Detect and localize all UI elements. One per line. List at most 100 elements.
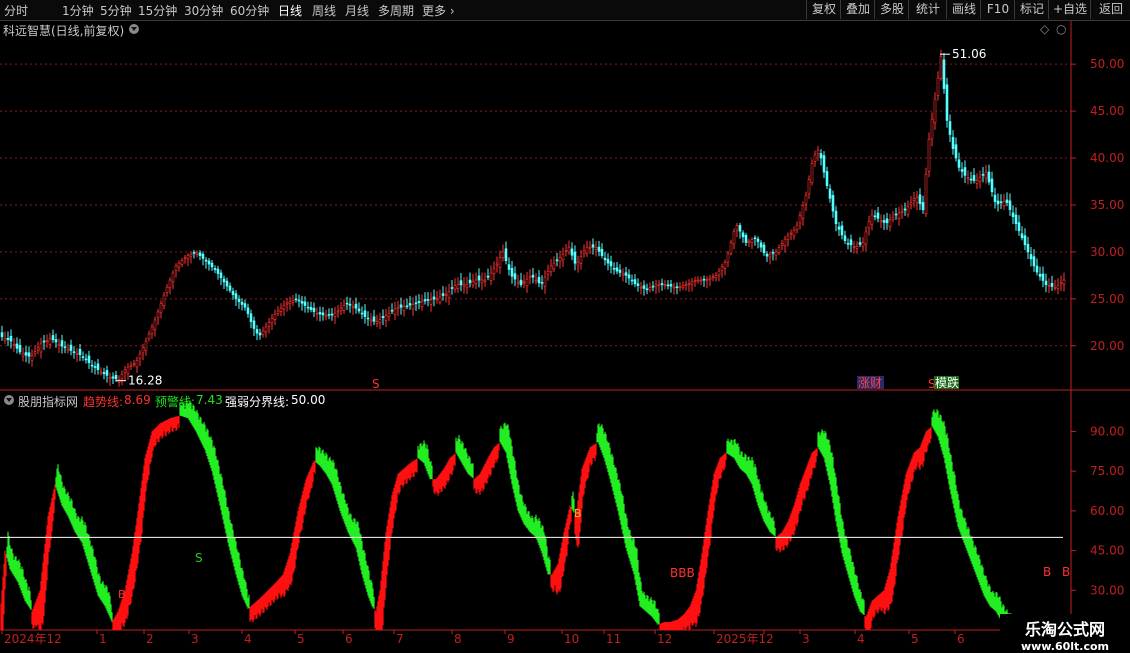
candle-body (645, 288, 649, 291)
candle-body (1008, 200, 1012, 210)
candle-body (294, 298, 298, 301)
period-tab-5min[interactable]: 5分钟 (100, 2, 132, 19)
candle-body (543, 276, 547, 287)
candle-body (609, 261, 613, 267)
candle-body (252, 320, 256, 329)
candle-body (186, 255, 190, 260)
candle-body (783, 238, 787, 247)
candle-body (1005, 199, 1009, 203)
period-tab-15min[interactable]: 15分钟 (138, 2, 177, 19)
multi-stock-button[interactable]: 多股 (874, 0, 909, 19)
candle-body (45, 340, 49, 342)
candle-body (978, 177, 982, 182)
candle-body (318, 312, 322, 315)
candle-body (993, 194, 997, 202)
candle-body (345, 302, 349, 305)
candle-body (723, 262, 727, 269)
candle-body (855, 246, 859, 249)
candle-body (822, 155, 826, 173)
candle-body (474, 279, 478, 284)
overlay-button[interactable]: 叠加 (840, 0, 875, 19)
period-tab-30min[interactable]: 30分钟 (184, 2, 223, 19)
candle-body (36, 347, 40, 351)
candle-body (60, 340, 64, 347)
diamond-icon[interactable]: ◇ (1040, 22, 1049, 36)
candle-body (12, 344, 16, 347)
candle-body (192, 252, 196, 254)
buy-signal: B (574, 507, 582, 520)
candle-body (159, 303, 163, 313)
candle-body (369, 319, 373, 322)
period-tab-daily[interactable]: 日线 (278, 2, 302, 19)
period-tab-more[interactable]: 更多 › (422, 2, 455, 19)
candle-body (1044, 280, 1048, 286)
candle-body (405, 305, 409, 308)
candle-body (951, 136, 955, 149)
candle-body (699, 279, 703, 282)
candle-body (753, 237, 757, 240)
candle-body (249, 313, 253, 322)
period-tab-intraday[interactable]: 分时 (4, 2, 28, 19)
period-tab-weekly[interactable]: 周线 (312, 2, 336, 19)
candle-body (147, 333, 151, 340)
adjust-button[interactable]: 复权 (806, 0, 841, 19)
period-tab-monthly[interactable]: 月线 (345, 2, 369, 19)
candle-body (708, 277, 712, 281)
candle-body (120, 374, 124, 379)
candle-body (948, 121, 952, 135)
candle-body (81, 356, 85, 358)
circle-icon[interactable]: ○ (1056, 22, 1066, 36)
candle-body (336, 310, 340, 313)
period-tab-60min[interactable]: 60分钟 (230, 2, 269, 19)
candle-body (483, 279, 487, 282)
candle-body (66, 348, 70, 352)
candle-body (453, 285, 457, 290)
mark-button[interactable]: 标记 (1014, 0, 1049, 19)
candle-body (618, 269, 622, 273)
candle-body (150, 326, 154, 334)
candle-body (603, 257, 607, 261)
candle-body (582, 250, 586, 254)
candle-body (654, 284, 658, 288)
candle-body (984, 171, 988, 179)
candle-body (399, 304, 403, 308)
candle-body (135, 360, 139, 368)
candle-body (351, 306, 355, 309)
date-tick-label: 2024年12 (4, 632, 62, 646)
event-tag-label: 模跌 (935, 375, 959, 390)
candle-body (528, 275, 532, 278)
candle-body (744, 234, 748, 243)
candle-body (915, 197, 919, 203)
candle-body (690, 281, 694, 285)
candle-body (516, 281, 520, 284)
statistics-button[interactable]: 统计 (908, 0, 947, 19)
draw-line-button[interactable]: 画线 (946, 0, 981, 19)
period-tab-multi[interactable]: 多周期 (378, 2, 414, 19)
candle-body (570, 248, 574, 256)
add-watchlist-button[interactable]: +自选 (1048, 0, 1091, 19)
indicator-menu-icon[interactable] (4, 395, 14, 405)
date-tick-label: 1 (99, 632, 107, 646)
candle-body (732, 230, 736, 245)
candle-body (996, 200, 1000, 205)
candle-body (1050, 282, 1054, 287)
candle-body (975, 180, 979, 184)
candle-body (447, 291, 451, 298)
candle-body (819, 153, 823, 159)
candle-body (360, 312, 364, 315)
trend-label: 趋势线: (83, 395, 124, 409)
candle-body (771, 252, 775, 254)
candle-body (1062, 279, 1066, 285)
chevron-down-icon[interactable] (129, 24, 139, 34)
candle-body (198, 252, 202, 256)
period-tab-1min[interactable]: 1分钟 (62, 2, 94, 19)
date-tick-label: 9 (507, 632, 515, 646)
candle-body (342, 305, 346, 311)
candle-body (1047, 285, 1051, 287)
candle-body (990, 178, 994, 193)
back-button[interactable]: 返回 (1090, 0, 1130, 19)
f10-button[interactable]: F10 (980, 0, 1015, 19)
candle-body (768, 254, 772, 258)
candle-body (465, 283, 469, 288)
candle-body (1029, 254, 1033, 260)
